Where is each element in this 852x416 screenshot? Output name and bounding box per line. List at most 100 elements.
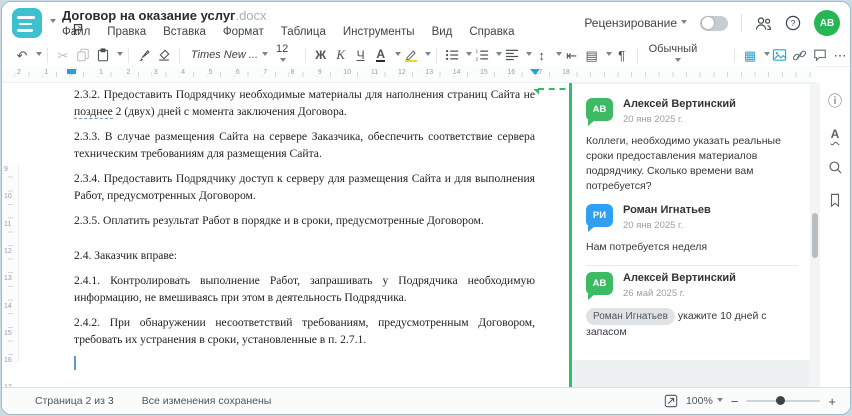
zoom-in-button[interactable]: +: [828, 395, 836, 408]
undo-icon: ↶: [16, 47, 28, 63]
insert-comment-button[interactable]: [810, 45, 830, 65]
zoom-value-select[interactable]: 100%: [686, 395, 723, 407]
highlight-caret-icon[interactable]: [424, 51, 431, 59]
paragraph-style-select[interactable]: Обычный: [643, 43, 729, 67]
menu-help[interactable]: Справка: [469, 26, 514, 38]
right-indent-marker[interactable]: [530, 69, 540, 80]
cut-button[interactable]: ✂: [53, 45, 73, 65]
menu-tools[interactable]: Инструменты: [343, 26, 415, 38]
paste-caret-icon[interactable]: [116, 51, 123, 59]
paragraph-2-3-3: 2.3.3. В случае размещения Сайта на серв…: [74, 130, 535, 160]
logo-menu-caret-icon[interactable]: [50, 19, 56, 26]
font-color-caret-icon[interactable]: [394, 51, 401, 59]
paragraph-text: 2.3.2. Предоставить Подрядчику необходим…: [74, 88, 535, 101]
align-caret-icon[interactable]: [525, 51, 532, 59]
spellcheck-button[interactable]: А: [825, 124, 845, 144]
numbered-list-button[interactable]: 12: [472, 45, 492, 65]
format-painter-button[interactable]: [134, 45, 154, 65]
paragraph-settings-button[interactable]: ▤: [582, 45, 602, 65]
italic-button[interactable]: К: [331, 45, 351, 65]
highlight-color-button[interactable]: [404, 49, 417, 62]
bullet-list-caret-icon[interactable]: [465, 51, 472, 59]
app-window: Договор на оказание услуг.docx Файл Прав…: [1, 1, 851, 415]
font-name-select[interactable]: Times New ...: [185, 49, 270, 61]
menu-insert[interactable]: Вставка: [163, 26, 206, 38]
indent-box-icon: ▤: [585, 47, 598, 63]
user-avatar[interactable]: АВ: [814, 10, 840, 36]
insert-table-button[interactable]: ▦: [740, 45, 760, 65]
comment-thread[interactable]: АВ Алексей Вертинский 20 янв 2025 г. Кол…: [572, 84, 810, 360]
first-line-indent-marker[interactable]: [66, 69, 77, 80]
review-mode-dropdown[interactable]: Рецензирование: [584, 16, 687, 30]
copy-button[interactable]: [73, 45, 93, 65]
align-button[interactable]: [502, 45, 522, 65]
outdent-icon: ⇤: [566, 47, 578, 63]
comment-avatar: РИ: [586, 204, 613, 232]
toolbar-divider: [127, 47, 129, 63]
header-right: Рецензирование ? АВ: [584, 2, 840, 44]
clear-style-button[interactable]: [154, 45, 174, 65]
right-icon-rail: ⓘ А: [820, 83, 850, 396]
paragraph-settings-caret-icon[interactable]: [605, 51, 612, 59]
review-mode-label: Рецензирование: [584, 16, 677, 30]
svg-text:?: ?: [791, 18, 796, 28]
bold-button[interactable]: Ж: [311, 45, 331, 65]
title-text: Договор на оказание услуг: [62, 8, 236, 23]
search-button[interactable]: [825, 157, 845, 177]
undo-caret-icon[interactable]: [36, 51, 42, 59]
menu-format[interactable]: Формат: [223, 26, 264, 38]
menu-view[interactable]: Вид: [432, 26, 453, 38]
vertical-scrollbar[interactable]: [810, 83, 820, 388]
comment-icon: [814, 49, 826, 62]
font-size-select[interactable]: 12: [270, 43, 300, 67]
toolbar-divider: [636, 47, 638, 63]
insert-image-button[interactable]: [770, 45, 790, 65]
toolbar-divider: [734, 47, 735, 63]
avatar-initials: РИ: [592, 210, 607, 221]
highlighter-icon: [405, 50, 416, 60]
status-bar: Страница 2 из 3 Все изменения сохранены …: [2, 387, 850, 414]
comment-author: Алексей Вертинский: [623, 98, 736, 110]
page-indicator: Страница 2 из 3: [35, 395, 114, 407]
numbered-list-caret-icon[interactable]: [495, 51, 502, 59]
app-logo-button[interactable]: [12, 8, 42, 38]
people-icon: [755, 16, 772, 30]
more-icon: ⋯: [833, 47, 847, 63]
scrollbar-thumb[interactable]: [812, 213, 818, 258]
toolbar-more-button[interactable]: ⋯: [830, 45, 850, 65]
bullet-list-button[interactable]: [442, 45, 462, 65]
document-info-button[interactable]: ⓘ: [825, 91, 845, 111]
zoom-caret-icon: [716, 397, 723, 405]
zoom-slider[interactable]: [746, 396, 821, 405]
comment-date: 20 янв 2025 г.: [623, 220, 684, 231]
commented-text[interactable]: позднее: [74, 105, 113, 119]
svg-text:2: 2: [475, 57, 478, 62]
undo-button[interactable]: ↶: [12, 45, 32, 65]
fit-width-button[interactable]: [664, 394, 678, 408]
zoom-out-button[interactable]: −: [731, 395, 739, 408]
line-spacing-caret-icon[interactable]: [555, 51, 562, 59]
bookmarks-button[interactable]: [825, 190, 845, 210]
review-caret-icon: [681, 19, 687, 27]
help-button[interactable]: ?: [785, 15, 801, 31]
paste-button[interactable]: [93, 45, 113, 65]
show-formatting-marks-button[interactable]: ¶: [612, 45, 632, 65]
document-page[interactable]: 2.3.2. Предоставить Подрядчику необходим…: [19, 83, 587, 388]
collaborators-button[interactable]: [755, 16, 772, 31]
underline-button[interactable]: Ч: [351, 45, 371, 65]
comments-panel: АВ Алексей Вертинский 20 янв 2025 г. Кол…: [569, 83, 810, 388]
insert-link-button[interactable]: [790, 45, 810, 65]
bookmark-icon: [830, 193, 840, 207]
menu-file[interactable]: Файл: [62, 26, 90, 38]
comment-author: Алексей Вертинский: [623, 272, 736, 284]
zoom-slider-knob[interactable]: [776, 396, 785, 405]
text-cursor: [74, 356, 76, 370]
save-status: Все изменения сохранены: [141, 395, 272, 407]
decrease-indent-button[interactable]: ⇤: [562, 45, 582, 65]
menu-edit[interactable]: Правка: [107, 26, 146, 38]
line-spacing-button[interactable]: ↕: [532, 45, 552, 65]
review-toggle[interactable]: [700, 15, 728, 31]
font-color-button[interactable]: А: [376, 48, 385, 62]
eraser-icon: [159, 49, 170, 61]
menu-table[interactable]: Таблица: [281, 26, 326, 38]
